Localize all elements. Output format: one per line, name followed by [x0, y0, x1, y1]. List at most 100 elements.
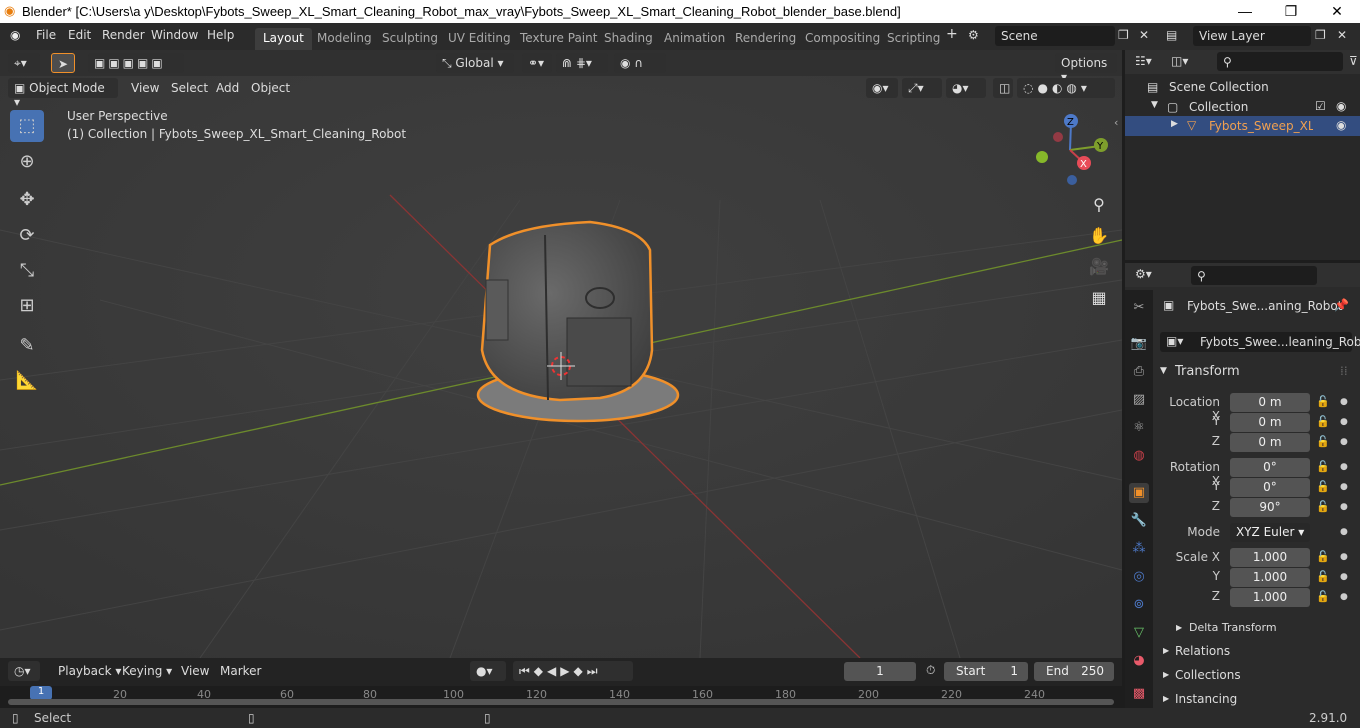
menu-window[interactable]: Window — [151, 28, 198, 42]
instancing-section-label[interactable]: Instancing — [1175, 692, 1237, 706]
particles-tab-icon[interactable]: ⁂ — [1129, 539, 1149, 559]
transform-tool[interactable]: ⊞ — [10, 290, 44, 322]
lock-icon[interactable]: 🔓 — [1316, 395, 1330, 408]
properties-editor-icon[interactable]: ⚙▾ — [1135, 267, 1152, 281]
pan-hand-icon[interactable]: ✋ — [1086, 223, 1112, 249]
select-tool-icon[interactable]: ➤ — [51, 53, 75, 73]
zoom-icon[interactable]: ⚲ — [1086, 192, 1112, 218]
proportional-edit-icon[interactable]: ◉ ∩ — [614, 53, 666, 73]
snap-icon[interactable]: ⋒ ⋕▾ — [556, 53, 608, 73]
grid-view-icon[interactable]: ▦ — [1086, 285, 1112, 311]
relations-expand-icon[interactable]: ▶ — [1163, 646, 1169, 655]
location-z-field[interactable]: 0 m — [1230, 433, 1310, 452]
collection-expand-icon[interactable]: ▼ — [1151, 100, 1158, 110]
keyframe-dot-icon[interactable]: ● — [1340, 592, 1348, 602]
collection-visibility-icon[interactable]: ◉ — [1336, 99, 1346, 113]
move-tool[interactable]: ✥ — [10, 184, 44, 216]
scale-y-field[interactable]: 1.000 — [1230, 568, 1310, 587]
transform-section-label[interactable]: Transform — [1175, 364, 1240, 379]
editor-type-icon[interactable]: ⌖▾ — [8, 53, 40, 73]
view-menu[interactable]: View — [125, 78, 165, 98]
add-workspace-icon[interactable]: + — [946, 26, 958, 42]
cursor-tool[interactable]: ⊕ — [10, 146, 44, 178]
pin-icon[interactable]: 📌 — [1334, 298, 1349, 312]
output-tab-icon[interactable]: ⎙ — [1129, 362, 1149, 382]
scene-icon[interactable]: ⚙ — [968, 28, 979, 42]
remove-view-layer-icon[interactable]: ✕ — [1337, 28, 1347, 42]
modifier-tab-icon[interactable]: 🔧 — [1129, 511, 1149, 531]
timeline-ruler[interactable]: 1 20 40 60 80 100 120 140 160 180 200 22… — [0, 686, 1122, 708]
view-layer-tab-icon[interactable]: ▨ — [1129, 390, 1149, 410]
tab-rendering[interactable]: Rendering — [727, 28, 804, 50]
tab-uv-editing[interactable]: UV Editing — [440, 28, 519, 50]
select-menu[interactable]: Select — [165, 78, 214, 98]
transform-orientation-select[interactable]: ⤡ Global ▾ — [436, 53, 514, 73]
lock-icon[interactable]: 🔓 — [1316, 590, 1330, 603]
physics-tab-icon[interactable]: ◎ — [1129, 567, 1149, 587]
maximize-icon[interactable]: ❐ — [1268, 0, 1314, 23]
keyframe-dot-icon[interactable]: ● — [1340, 462, 1348, 472]
rotation-x-field[interactable]: 0° — [1230, 458, 1310, 477]
rotation-z-field[interactable]: 90° — [1230, 498, 1310, 517]
3d-viewport[interactable]: Z Y X ⌖▾ ➤ ▣▣▣▣▣ ⤡ Global ▾ ⚭▾ ⋒ ⋕▾ ◉ ∩ … — [0, 50, 1122, 658]
tab-sculpting[interactable]: Sculpting — [374, 28, 446, 50]
minimize-icon[interactable]: — — [1222, 0, 1268, 23]
blender-menu-icon[interactable]: ◉ — [10, 28, 20, 42]
select-box-tool[interactable]: ⬚ — [10, 110, 44, 142]
collections-section-label[interactable]: Collections — [1175, 668, 1241, 682]
keyframe-dot-icon[interactable]: ● — [1340, 437, 1348, 447]
rotate-tool[interactable]: ⟳ — [10, 220, 44, 252]
current-frame-field[interactable]: 1 — [844, 662, 916, 681]
collection-checkbox-icon[interactable]: ☑ — [1315, 99, 1326, 113]
keyframe-dot-icon[interactable]: ● — [1340, 482, 1348, 492]
keyframe-dot-icon[interactable]: ● — [1340, 572, 1348, 582]
outliner-selected-row[interactable]: ▶ ▽ Fybots_Sweep_XL_Sı ◉ — [1125, 116, 1360, 136]
tab-compositing[interactable]: Compositing — [797, 28, 888, 50]
filter-icon[interactable]: ⊽ — [1349, 54, 1358, 68]
playhead[interactable]: 1 — [30, 686, 52, 700]
tool-tab-icon[interactable]: ✂ — [1129, 298, 1149, 318]
marker-menu[interactable]: Marker — [214, 661, 267, 681]
keyframe-dot-icon[interactable]: ● — [1340, 397, 1348, 407]
tab-modeling[interactable]: Modeling — [309, 28, 380, 50]
start-frame-field[interactable]: Start 1 — [944, 662, 1028, 681]
sidebar-toggle-icon[interactable]: ‹ — [1114, 116, 1118, 129]
camera-icon[interactable]: 🎥 — [1086, 254, 1112, 280]
playback-controls-icons[interactable]: ⏮◆◀▶◆⏭ — [513, 661, 633, 681]
keyframe-dot-icon[interactable]: ● — [1340, 527, 1348, 537]
gizmo-toggle-icon[interactable]: ⤢▾ — [902, 78, 942, 98]
scene-tab-icon[interactable]: ⚛ — [1129, 418, 1149, 438]
transform-expand-icon[interactable]: ▼ — [1160, 366, 1167, 376]
lock-icon[interactable]: 🔓 — [1316, 570, 1330, 583]
drag-handle-icon[interactable]: ⁞⁞ — [1340, 364, 1348, 378]
object-mode-select[interactable]: ▣ Object Mode ▾ — [8, 78, 118, 109]
scene-collection-label[interactable]: Scene Collection — [1169, 80, 1269, 94]
object-menu[interactable]: Object — [245, 78, 296, 98]
display-mode-icon[interactable]: ◫▾ — [1171, 54, 1188, 68]
lock-icon[interactable]: 🔓 — [1316, 500, 1330, 513]
lock-icon[interactable]: 🔓 — [1316, 480, 1330, 493]
outliner-editor-icon[interactable]: ☷▾ — [1135, 54, 1152, 68]
keying-menu[interactable]: Keying ▾ — [116, 661, 178, 681]
location-y-field[interactable]: 0 m — [1230, 413, 1310, 432]
tab-scripting[interactable]: Scripting — [879, 28, 948, 50]
collection-label[interactable]: Collection — [1189, 100, 1248, 114]
timeline-view-menu[interactable]: View — [175, 661, 215, 681]
keyframe-dot-icon[interactable]: ● — [1340, 552, 1348, 562]
object-data-field[interactable]: ▣▾ Fybots_Swee...leaning_Robot — [1160, 332, 1360, 352]
tab-shading[interactable]: Shading — [596, 28, 661, 50]
xray-icon[interactable]: ◫ — [993, 78, 1013, 98]
overlays-icon[interactable]: ◕▾ — [946, 78, 986, 98]
selection-mode-icons[interactable]: ▣▣▣▣▣ — [88, 53, 184, 73]
menu-render[interactable]: Render — [102, 28, 145, 42]
tab-layout[interactable]: Layout — [255, 28, 312, 50]
object-visibility-icon[interactable]: ◉ — [1336, 118, 1346, 132]
annotate-tool[interactable]: ✎ — [10, 330, 44, 362]
object-expand-icon[interactable]: ▶ — [1171, 119, 1178, 129]
tab-texture-paint[interactable]: Texture Paint — [512, 28, 605, 50]
constraints-tab-icon[interactable]: ⊚ — [1129, 595, 1149, 615]
mesh-data-tab-icon[interactable]: ▽ — [1129, 623, 1149, 643]
keyframe-dot-icon[interactable]: ● — [1340, 502, 1348, 512]
scale-z-field[interactable]: 1.000 — [1230, 588, 1310, 607]
pivot-point-icon[interactable]: ⚭▾ — [522, 53, 552, 73]
